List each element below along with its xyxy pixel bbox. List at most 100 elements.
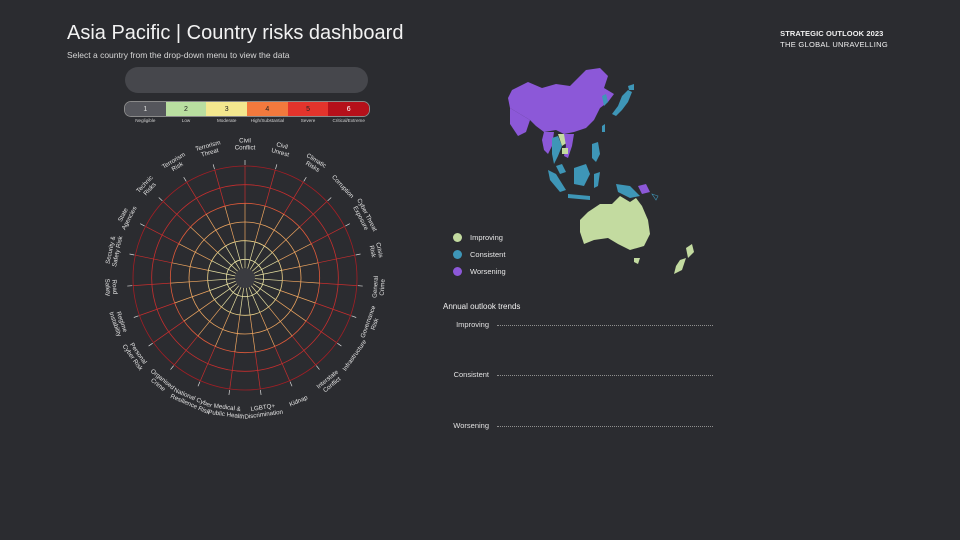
risk-scale-segment: 3 xyxy=(206,102,248,116)
trend-row-consistent: Consistent xyxy=(443,370,713,380)
radar-spoke xyxy=(200,346,216,381)
map-region-solomon[interactable] xyxy=(651,193,659,201)
radar-spoke xyxy=(277,243,312,262)
radar-category-label: PersonalCyber Risk xyxy=(121,339,150,373)
page-title: Asia Pacific | Country risks dashboard xyxy=(67,22,404,44)
map-region-australia[interactable] xyxy=(580,196,650,250)
radar-category-label: Infrastructure xyxy=(342,338,369,372)
map-region-malaysia[interactable] xyxy=(556,164,566,174)
radar-category-label: National CyberResilience Risk xyxy=(169,387,214,417)
radar-spoke xyxy=(259,312,276,347)
legend-item-worsening: Worsening xyxy=(453,263,506,280)
radar-category-label: RoadSafety xyxy=(103,278,118,297)
map-region-taiwan[interactable] xyxy=(602,124,605,132)
radar-tick xyxy=(337,342,342,347)
map-region-tasmania[interactable] xyxy=(634,258,640,264)
radar-spoke xyxy=(283,182,304,215)
radar-category-label: Medical &Public Health xyxy=(208,402,247,421)
radar-spoke xyxy=(275,299,307,322)
legend-dot xyxy=(453,233,462,242)
radar-spoke xyxy=(268,306,293,337)
legend-item-improving: Improving xyxy=(453,229,506,246)
map-region-sulawesi[interactable] xyxy=(594,172,600,188)
trends-title: Annual outlook trends xyxy=(443,302,521,311)
country-dropdown[interactable] xyxy=(125,67,368,93)
radar-spoke xyxy=(274,346,290,381)
radar-spoke xyxy=(254,206,266,243)
radar-category-label: CivilUnrest xyxy=(270,140,292,158)
legend-item-consistent: Consistent xyxy=(453,246,506,263)
risk-scale-label: High/Substantial xyxy=(250,118,285,123)
map-region-hokkaido[interactable] xyxy=(628,84,634,90)
radar-category-label: Corruption xyxy=(330,174,355,200)
radar-category-label: Kidnap xyxy=(288,394,309,408)
radar-tick xyxy=(327,197,332,202)
radar-spoke xyxy=(272,226,300,253)
risk-scale-label: Low xyxy=(181,118,191,123)
map-region-cambodia[interactable] xyxy=(562,148,568,154)
radar-tick xyxy=(197,381,201,387)
trend-row-worsening: Worsening xyxy=(443,421,713,431)
legend-dot xyxy=(453,250,462,259)
risk-scale-labels: Negligible Low Moderate High/Substantial… xyxy=(125,118,369,123)
radar-spoke xyxy=(171,262,209,271)
trend-label: Consistent xyxy=(453,370,489,379)
radar-tick xyxy=(351,315,357,318)
map-region-sumatra[interactable] xyxy=(548,170,566,192)
radar-category-label: GeneralCrime xyxy=(371,276,386,299)
trend-label: Worsening xyxy=(453,421,489,430)
radar-category-label: StateAgencies xyxy=(114,202,138,231)
legend-label: Improving xyxy=(470,233,503,242)
radar-spoke xyxy=(186,182,207,215)
map-region-java[interactable] xyxy=(568,194,590,200)
radar-tick xyxy=(228,389,230,395)
risk-scale-segment: 2 xyxy=(165,102,207,116)
asia-pacific-map[interactable] xyxy=(500,62,710,282)
risk-scale-label: Severe xyxy=(300,118,316,123)
page-subtitle: Select a country from the drop-down menu… xyxy=(67,50,290,60)
legend-dot xyxy=(453,267,462,276)
radar-tick xyxy=(289,381,293,387)
map-region-borneo[interactable] xyxy=(574,164,590,186)
brand-title: STRATEGIC OUTLOOK 2023 xyxy=(780,29,884,38)
radar-category-label: TerrorismRisk xyxy=(161,151,190,176)
radar-category-label: ClimaticRisks xyxy=(301,152,327,175)
radar-spoke xyxy=(153,320,185,343)
radar-spoke xyxy=(145,226,179,244)
map-region-png[interactable] xyxy=(616,184,640,198)
trend-line xyxy=(497,325,713,326)
radar-spoke xyxy=(174,335,199,366)
radar-spoke xyxy=(281,262,319,271)
trend-label: Improving xyxy=(456,320,489,329)
radar-spoke xyxy=(214,312,231,347)
radar-spoke xyxy=(318,254,355,264)
legend-label: Consistent xyxy=(470,250,506,259)
radar-tick xyxy=(158,197,163,202)
radar-spoke xyxy=(291,335,316,366)
map-region-philippines[interactable] xyxy=(592,142,600,162)
radar-category-label: RegimeInstability xyxy=(107,309,129,339)
radar-category-label: InterstateConflict xyxy=(315,368,344,395)
radar-hub xyxy=(235,268,255,288)
radar-category-label: CrisisRisk xyxy=(367,242,384,260)
radar-tick xyxy=(345,223,350,227)
radar-tick xyxy=(129,253,135,256)
risk-scale-segment: 5 xyxy=(287,102,329,116)
radar-category-label: TechnicRisks xyxy=(135,174,160,199)
radar-tick xyxy=(355,253,361,256)
map-region-japan[interactable] xyxy=(612,90,632,116)
radar-tick xyxy=(170,365,174,370)
trend-line xyxy=(497,375,713,376)
radar-spoke xyxy=(178,243,213,262)
radar-spoke xyxy=(264,170,276,207)
map-region-new-zealand[interactable] xyxy=(674,244,694,274)
risk-scale-bar: 1 2 3 4 5 6 xyxy=(124,101,370,117)
radar-tick xyxy=(183,176,187,182)
radar-tick xyxy=(316,365,320,370)
trend-line xyxy=(497,426,713,427)
map-region-vietnam[interactable] xyxy=(564,134,574,158)
radar-category-label: TerrorismThreat xyxy=(195,139,224,159)
map-region-png-east[interactable] xyxy=(638,184,650,194)
radar-spoke xyxy=(183,299,215,322)
radar-spoke xyxy=(280,290,316,304)
